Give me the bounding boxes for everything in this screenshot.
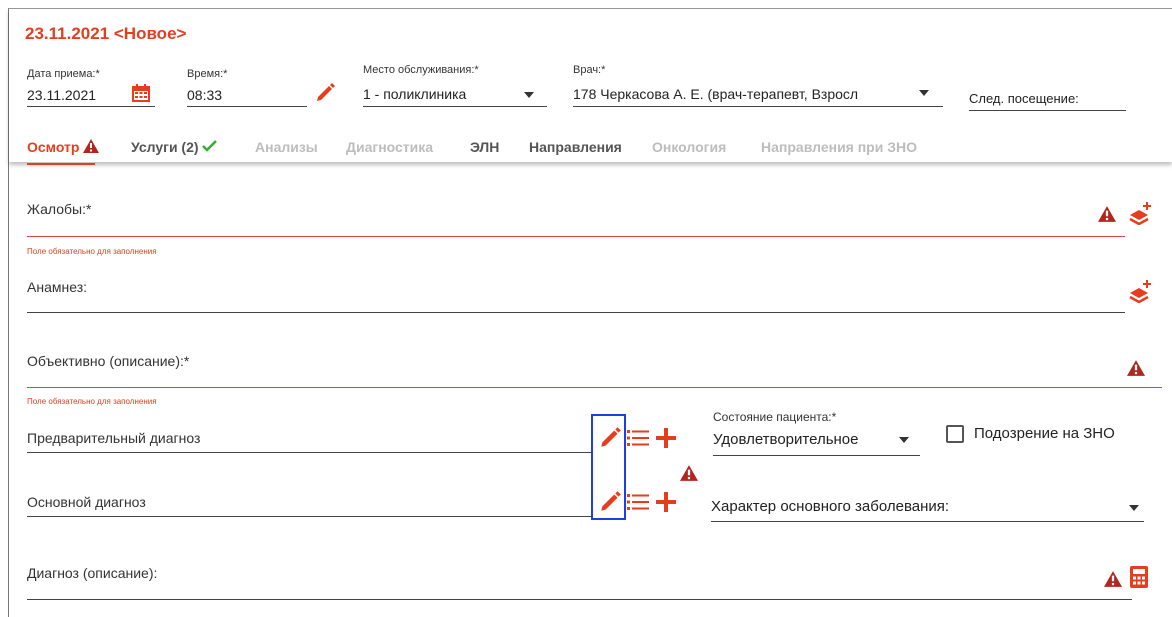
chevron-down-icon[interactable]: [1129, 505, 1139, 511]
warning-icon: [1127, 360, 1145, 381]
date-input[interactable]: 23.11.2021: [27, 87, 96, 103]
objective-label: Объективно (описание):*: [27, 353, 190, 369]
place-label: Место обслуживания:*: [363, 64, 479, 76]
zno-label: Подозрение на ЗНО: [974, 425, 1115, 442]
tab-diagnostics[interactable]: Диагностика: [346, 139, 433, 155]
list-icon[interactable]: [627, 428, 651, 453]
list-icon[interactable]: [627, 492, 651, 517]
warning-icon: [83, 139, 100, 153]
calendar-icon[interactable]: [131, 84, 151, 108]
main-diagnosis-label: Основной диагноз: [27, 494, 146, 510]
prelim-diagnosis-input[interactable]: [27, 452, 591, 453]
time-input[interactable]: 08:33: [187, 87, 222, 103]
tab-services[interactable]: Услуги (2): [131, 139, 218, 155]
page-title: 23.11.2021 <Новое>: [25, 24, 187, 43]
tab-referrals[interactable]: Направления: [529, 139, 622, 155]
anamnesis-input[interactable]: [27, 312, 1125, 313]
tab-eln[interactable]: ЭЛН: [470, 139, 499, 155]
warning-icon: [680, 465, 698, 486]
tab-oncology[interactable]: Онкология: [652, 139, 726, 155]
date-label: Дата приема:*: [27, 68, 100, 80]
required-message: Поле обязательно для заполнения: [27, 397, 157, 406]
add-template-icon[interactable]: [1128, 201, 1154, 230]
anamnesis-label: Анамнез:: [27, 279, 87, 295]
tab-zno-referrals[interactable]: Направления при ЗНО: [761, 139, 917, 155]
patient-state-select[interactable]: Удовлетворительное: [713, 431, 859, 448]
patient-state-label: Состояние пациента:*: [713, 410, 837, 424]
active-tab-indicator: [27, 163, 95, 165]
diagnosis-description-input[interactable]: [27, 599, 1132, 600]
doctor-label: Врач:*: [573, 64, 606, 76]
chevron-down-icon[interactable]: [524, 92, 534, 98]
disease-character-select[interactable]: Характер основного заболевания:: [711, 498, 949, 515]
time-label: Время:*: [187, 68, 228, 80]
required-message: Поле обязательно для заполнения: [27, 247, 157, 256]
prelim-diagnosis-label: Предварительный диагноз: [27, 430, 201, 446]
zno-checkbox[interactable]: [946, 425, 964, 443]
check-icon: [202, 140, 218, 152]
warning-icon: [1098, 206, 1116, 227]
chevron-down-icon[interactable]: [899, 437, 909, 443]
objective-input[interactable]: [27, 387, 1162, 388]
place-select[interactable]: 1 - поликлиника: [363, 86, 466, 102]
add-icon[interactable]: [655, 491, 677, 518]
complaints-label: Жалобы:*: [27, 201, 92, 217]
add-icon[interactable]: [655, 427, 677, 454]
add-template-icon[interactable]: [1128, 279, 1154, 308]
doctor-select[interactable]: 178 Черкасова А. Е. (врач-терапевт, Взро…: [573, 86, 913, 102]
main-diagnosis-input[interactable]: [27, 516, 591, 517]
pencil-icon[interactable]: [314, 80, 338, 109]
next-visit-field[interactable]: След. посещение:: [969, 91, 1079, 106]
warning-icon: [1104, 571, 1122, 592]
tab-analyses[interactable]: Анализы: [255, 139, 318, 155]
complaints-input[interactable]: [27, 236, 1125, 237]
calculator-icon[interactable]: [1129, 565, 1149, 594]
diagnosis-description-label: Диагноз (описание):: [27, 565, 158, 581]
tab-exam[interactable]: Осмотр: [27, 139, 100, 155]
chevron-down-icon[interactable]: [919, 90, 929, 96]
highlight-box: [591, 414, 626, 520]
